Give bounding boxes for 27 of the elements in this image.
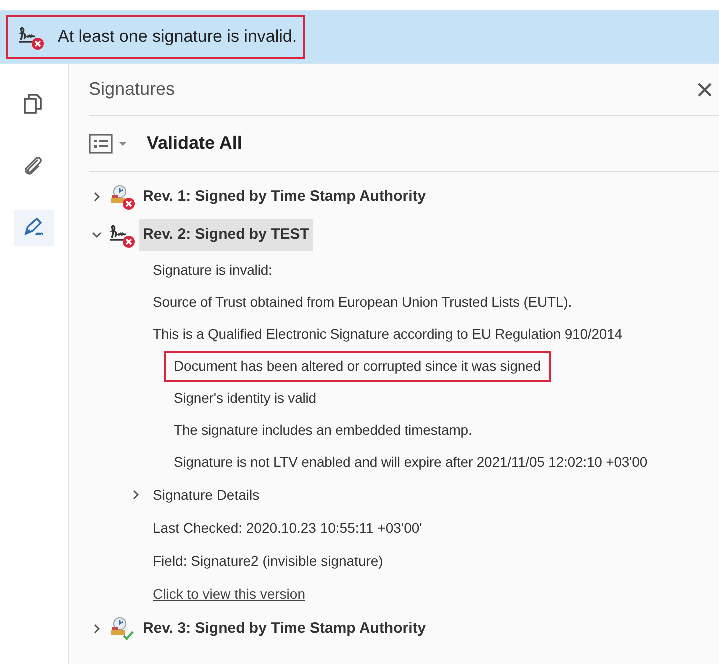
revision-item[interactable]: Rev. 2: Signed by TEST — [139, 218, 314, 252]
detail-text: Document has been altered or corrupted since it was signed — [164, 350, 551, 382]
validate-all-button[interactable]: Validate All — [147, 130, 242, 157]
chevron-right-icon — [131, 490, 141, 500]
detail-text: Signature is not LTV enabled and will expire after 2021/11/05 12:02:10 +03'00 — [174, 452, 648, 472]
detail-text: Signature is invalid: — [153, 260, 272, 280]
chevron-down-icon — [92, 230, 102, 240]
detail-text: The signature includes an embedded timestamp. — [174, 420, 472, 440]
list-options-icon — [89, 134, 113, 154]
options-menu-button[interactable] — [89, 134, 127, 154]
detail-text: This is a Qualified Electronic Signature according to EU Regulation 910/2014 — [153, 324, 622, 344]
view-version-link[interactable]: Click to view this version — [153, 584, 306, 604]
info-text: Last Checked: 2020.10.23 10:55:11 +03'00' — [153, 519, 422, 538]
signatures-tab[interactable] — [14, 210, 54, 246]
status-text: At least one signature is invalid. — [58, 26, 298, 48]
revision-item[interactable]: Rev. 3: Signed by Time Stamp Authority — [139, 612, 430, 646]
signature-error-icon — [18, 24, 44, 50]
chevron-right-icon — [92, 192, 102, 202]
detail-text: Signer's identity is valid — [174, 388, 316, 408]
detail-text: Source of Trust obtained from European Union Trusted Lists (EUTL). — [153, 292, 572, 312]
panel-title: Signatures — [89, 78, 176, 101]
dropdown-caret-icon — [119, 140, 127, 146]
revision-item[interactable]: Rev. 1: Signed by Time Stamp Authority — [139, 180, 430, 214]
info-text: Field: Signature2 (invisible signature) — [153, 552, 384, 571]
signature-details-toggle[interactable]: Signature Details — [131, 478, 260, 512]
chevron-right-icon — [92, 624, 102, 634]
close-icon — [697, 82, 713, 98]
